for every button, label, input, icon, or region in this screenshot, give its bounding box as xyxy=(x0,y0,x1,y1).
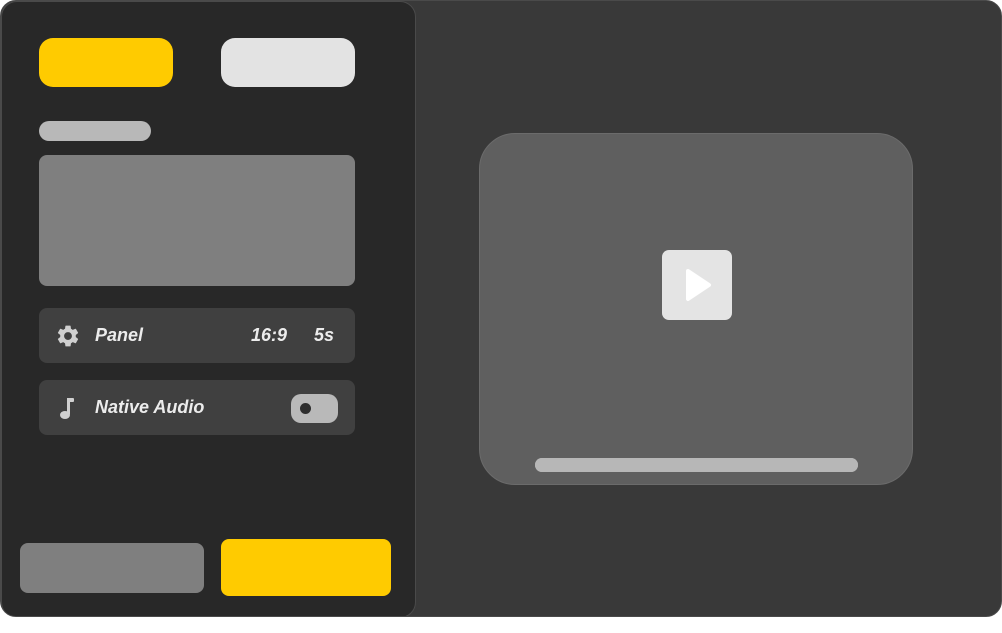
video-preview xyxy=(479,133,913,485)
settings-row-label: Panel xyxy=(95,325,144,345)
native-audio-row: Native Audio xyxy=(39,380,355,435)
mode-tab-secondary[interactable] xyxy=(221,38,355,87)
generate-button[interactable] xyxy=(221,539,391,596)
duration-value: 5s xyxy=(314,325,335,345)
music-note-icon xyxy=(55,395,81,421)
play-icon xyxy=(686,269,711,301)
prompt-input[interactable] xyxy=(39,155,355,286)
native-audio-label: Native Audio xyxy=(95,397,205,417)
generation-settings-row[interactable]: Panel 16:9 5s xyxy=(39,308,355,363)
mode-tab-primary[interactable] xyxy=(39,38,173,87)
playback-progress-bar[interactable] xyxy=(535,458,858,472)
prompt-label-placeholder xyxy=(39,121,151,141)
native-audio-toggle[interactable] xyxy=(291,394,338,423)
play-button[interactable] xyxy=(662,250,732,320)
secondary-action-button[interactable] xyxy=(20,543,204,593)
aspect-ratio-value: 16:9 xyxy=(251,325,288,345)
toggle-knob xyxy=(300,403,311,414)
gear-icon xyxy=(55,323,81,349)
app-window: Panel 16:9 5s Native Audio xyxy=(0,0,1002,617)
progress-fill xyxy=(535,458,858,472)
settings-sidebar: Panel 16:9 5s Native Audio xyxy=(1,1,416,616)
